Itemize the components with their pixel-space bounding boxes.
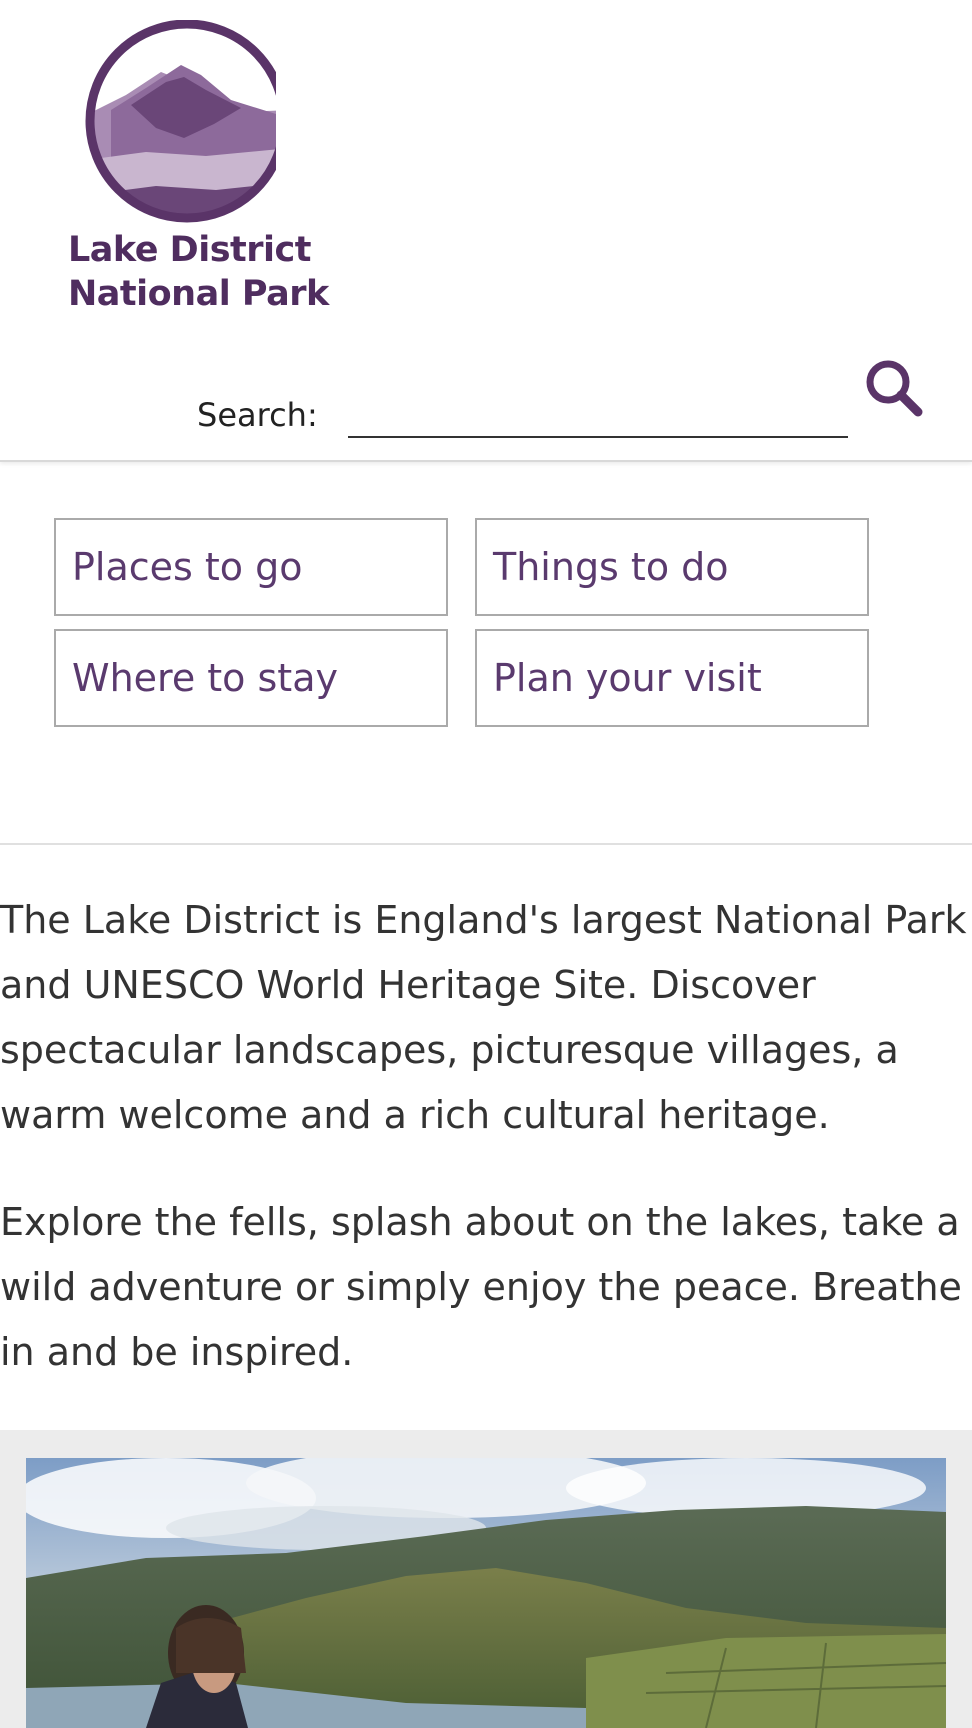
intro-paragraph-2: Explore the fells, splash about on the l… [0,1200,962,1374]
logo-text-line2: National Park [68,274,329,314]
nav-plan-your-visit[interactable]: Plan your visit [475,629,869,727]
landscape-photo[interactable] [26,1458,946,1728]
logo-text: Lake District National Park [68,228,329,316]
search-input[interactable] [348,386,848,438]
nav-places-to-go[interactable]: Places to go [54,518,448,616]
search-label: Search: [197,396,318,434]
search-button[interactable] [858,354,928,424]
search-icon [866,360,923,417]
nav-where-to-stay[interactable]: Where to stay [54,629,448,727]
hero-section [0,1430,972,1728]
lake-district-logo-icon [85,20,276,223]
logo-text-line1: Lake District [68,230,312,270]
site-header: Lake District National Park Search: [0,0,972,462]
landscape-photo-image [26,1458,946,1728]
nav-things-to-do[interactable]: Things to do [475,518,869,616]
section-divider [0,843,972,845]
intro-section: The Lake District is England's largest N… [0,888,972,1427]
intro-paragraph-1: The Lake District is England's largest N… [0,898,967,1137]
site-logo-link[interactable]: Lake District National Park [66,20,356,320]
